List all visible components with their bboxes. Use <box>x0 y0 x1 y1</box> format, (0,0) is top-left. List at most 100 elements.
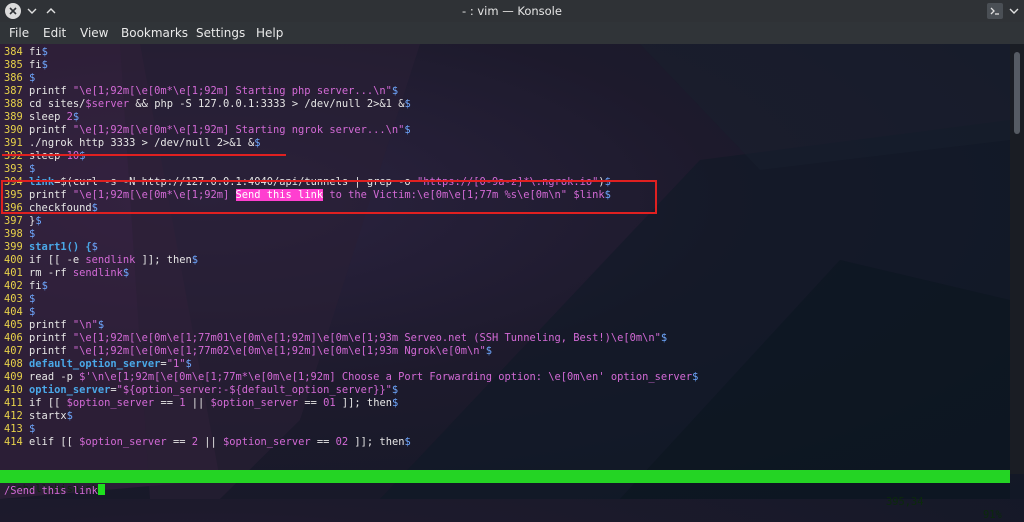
code-line: 401 rm -rf sendlink$ <box>4 267 129 280</box>
eol-marker: $ <box>391 85 399 97</box>
code-token: sleep <box>29 111 67 123</box>
code-token: if [[ <box>29 397 67 409</box>
code-token: || <box>197 436 224 448</box>
window-titlebar[interactable]: - : vim — Konsole <box>0 0 1024 22</box>
line-number: 400 <box>4 254 23 266</box>
eol-marker: $ <box>41 280 48 292</box>
code-token: == <box>310 436 336 448</box>
eol-marker: $ <box>660 332 668 344</box>
eol-marker: $ <box>692 371 699 383</box>
code-token: == <box>298 397 324 409</box>
menu-help[interactable]: Help <box>256 26 283 40</box>
eol-marker: $ <box>391 397 399 409</box>
eol-marker: $ <box>91 241 98 253</box>
eol-marker: $ <box>404 98 411 110</box>
eol-marker: $ <box>29 306 36 318</box>
line-number: 410 <box>4 384 23 396</box>
code-line: 407 printf "\e[1;92m[\e[0m\e[1;77m02\e[0… <box>4 345 492 358</box>
line-number: 401 <box>4 267 23 279</box>
eol-marker: $ <box>254 137 261 149</box>
eol-marker: $ <box>79 150 86 162</box>
code-line: 386 $ <box>4 72 35 85</box>
eol-marker: $ <box>29 72 36 84</box>
code-line: 414 elif [[ $option_server == 2 || $opti… <box>4 436 411 449</box>
code-line: 410 option_server="${option_server:-${de… <box>4 384 398 397</box>
scrollbar[interactable] <box>1010 44 1024 474</box>
scrollbar-thumb[interactable] <box>1014 52 1020 134</box>
line-number: 406 <box>4 332 23 344</box>
code-token: "\e[1;92m[\e[0m*\e[1;92m] Starting ngrok… <box>72 124 405 136</box>
menu-edit[interactable]: Edit <box>43 26 66 40</box>
code-line: 390 printf "\e[1;92m[\e[0m*\e[1;92m] Sta… <box>4 124 411 137</box>
line-number: 387 <box>4 85 23 97</box>
code-line: 413 $ <box>4 423 35 436</box>
menu-bookmarks[interactable]: Bookmarks <box>121 26 188 40</box>
menu-file[interactable]: File <box>9 26 29 40</box>
code-token: rm -rf <box>29 267 73 279</box>
code-token: $option_server <box>223 436 311 448</box>
code-line: 392 sleep 10$ <box>4 150 85 163</box>
code-token: option_server <box>604 371 693 383</box>
code-token: elif [[ <box>29 436 80 448</box>
code-token: "\e[1;92m[\e[0m\e[1;77m01\e[0m\e[1;92m]\… <box>72 332 661 344</box>
code-token: || <box>185 397 211 409</box>
code-line: 405 printf "\n"$ <box>4 319 104 332</box>
code-token: startx <box>29 410 67 422</box>
line-number: 402 <box>4 280 23 292</box>
code-token: read -p <box>29 371 80 383</box>
code-token: "1" <box>166 358 186 370</box>
line-number: 409 <box>4 371 23 383</box>
code-token: fi <box>29 59 42 71</box>
code-token: fi <box>29 280 42 292</box>
code-token: $option_server <box>66 397 155 409</box>
eol-marker: $ <box>185 358 192 370</box>
code-line: 388 cd sites/$server && php -S 127.0.0.1… <box>4 98 411 111</box>
line-number: 399 <box>4 241 23 253</box>
eol-marker: $ <box>66 410 73 422</box>
code-token: "\n" <box>72 319 98 331</box>
menu-view[interactable]: View <box>80 26 108 40</box>
code-token: ]]; then <box>348 436 405 448</box>
line-number: 388 <box>4 98 23 110</box>
code-token: "\e[1;92m[\e[0m*\e[1;92m] Starting php s… <box>72 85 392 97</box>
code-line: 389 sleep 2$ <box>4 111 79 124</box>
minimize-icon[interactable] <box>1006 3 1022 19</box>
code-token: ]]; then <box>335 397 392 409</box>
line-number: 397 <box>4 215 23 227</box>
vim-command-line[interactable]: /Send this link <box>0 484 1010 497</box>
code-token: start1() { <box>29 241 92 253</box>
command-text: /Send this link <box>4 485 98 497</box>
menu-bar: File Edit View Bookmarks Settings Help <box>0 22 1024 44</box>
code-token: == <box>166 436 192 448</box>
code-token: 02 <box>335 436 349 448</box>
code-token: option_server <box>29 384 111 396</box>
code-token: $'\n\e[1;92m[\e[0m\e[1;77m*\e[0m\e[1;92m… <box>79 371 605 383</box>
line-number: 398 <box>4 228 23 240</box>
terminal-view[interactable]: 384 fi$ 385 fi$ 386 $387 printf "\e[1;92m[… <box>0 44 1010 499</box>
code-token: && <box>129 98 155 110</box>
code-line: 400 if [[ -e sendlink ]]; then$ <box>4 254 198 267</box>
code-token: cd <box>29 98 48 110</box>
eol-marker: $ <box>41 59 48 71</box>
status-position: 395,34 <box>886 496 924 508</box>
eol-marker: $ <box>29 163 36 175</box>
line-number: 389 <box>4 111 23 123</box>
line-number: 405 <box>4 319 23 331</box>
eol-marker: $ <box>191 254 198 266</box>
terminal-menu-icon[interactable] <box>987 3 1003 19</box>
line-number: 407 <box>4 345 23 357</box>
line-number: 404 <box>4 306 23 318</box>
code-token: -S 127.0.0.1:3333 > /dev/null 2>&1 & <box>172 98 405 110</box>
line-number: 384 <box>4 46 23 58</box>
code-token: ./ngrok http 3333 > /dev/null 2>&1 & <box>29 137 255 149</box>
eol-marker: $ <box>404 436 411 448</box>
window-title: - : vim — Konsole <box>462 4 562 18</box>
code-line: 411 if [[ $option_server == 1 || $option… <box>4 397 398 410</box>
line-number: 403 <box>4 293 23 305</box>
menu-settings[interactable]: Settings <box>196 26 245 40</box>
annotation-underline <box>2 154 286 156</box>
code-token: sites/ <box>47 98 86 110</box>
code-line: 399 start1() {$ <box>4 241 98 254</box>
code-token: "${option_server:-${default_option_serve… <box>116 384 392 396</box>
code-line: 397 }$ <box>4 215 42 228</box>
